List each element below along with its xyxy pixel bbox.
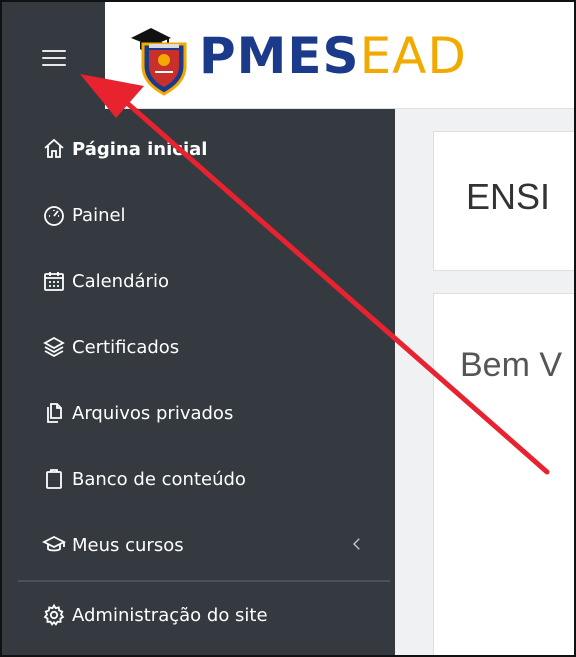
sidebar-item-label: Página inicial	[72, 138, 208, 160]
home-icon	[40, 135, 68, 163]
sidebar-item-certificates[interactable]: Certificados	[18, 325, 390, 369]
sidebar-divider	[18, 580, 390, 582]
sidebar-item-label: Certificados	[72, 336, 180, 358]
welcome-heading: Bem V	[460, 346, 563, 384]
graduation-cap-icon	[40, 531, 68, 559]
sidebar-item-my-courses[interactable]: Meus cursos	[18, 523, 390, 567]
menu-toggle-icon[interactable]	[42, 50, 66, 70]
dashboard-gauge-icon	[40, 201, 68, 229]
sidebar-item-label: Arquivos privados	[72, 402, 234, 424]
sidebar-item-home[interactable]: Página inicial	[18, 127, 390, 171]
layers-icon	[40, 333, 68, 361]
site-header: PMESEAD	[105, 2, 574, 109]
sidebar-item-label: Painel	[72, 204, 126, 226]
main-content: ENSI Bem V	[395, 109, 574, 655]
sidebar-item-label: Banco de conteúdo	[72, 468, 246, 490]
sidebar-item-dashboard[interactable]: Painel	[18, 193, 390, 237]
sidebar-item-content-bank[interactable]: Banco de conteúdo	[18, 457, 390, 501]
gear-icon	[40, 601, 68, 629]
page-header-card: ENSI	[433, 131, 574, 271]
files-icon	[40, 399, 68, 427]
sidebar-topbar	[2, 2, 105, 109]
sidebar-item-label: Meus cursos	[72, 534, 184, 556]
sidebar-item-label: Administração do site	[72, 604, 268, 626]
police-crest-icon	[127, 16, 197, 96]
sidebar-item-label: Calendário	[72, 270, 169, 292]
chevron-left-icon[interactable]	[348, 535, 368, 555]
site-logo[interactable]: PMESEAD	[127, 16, 467, 96]
sidebar-item-private-files[interactable]: Arquivos privados	[18, 391, 390, 435]
page-title: ENSI	[466, 176, 551, 217]
sidebar-item-site-admin[interactable]: Administração do site	[18, 593, 390, 637]
app-window: Página inicial Painel Calendário Certifi…	[0, 0, 576, 657]
calendar-icon	[40, 267, 68, 295]
logo-wordmark: PMESEAD	[199, 27, 467, 85]
clipboard-icon	[40, 465, 68, 493]
welcome-card: Bem V	[433, 293, 574, 655]
sidebar-item-calendar[interactable]: Calendário	[18, 259, 390, 303]
